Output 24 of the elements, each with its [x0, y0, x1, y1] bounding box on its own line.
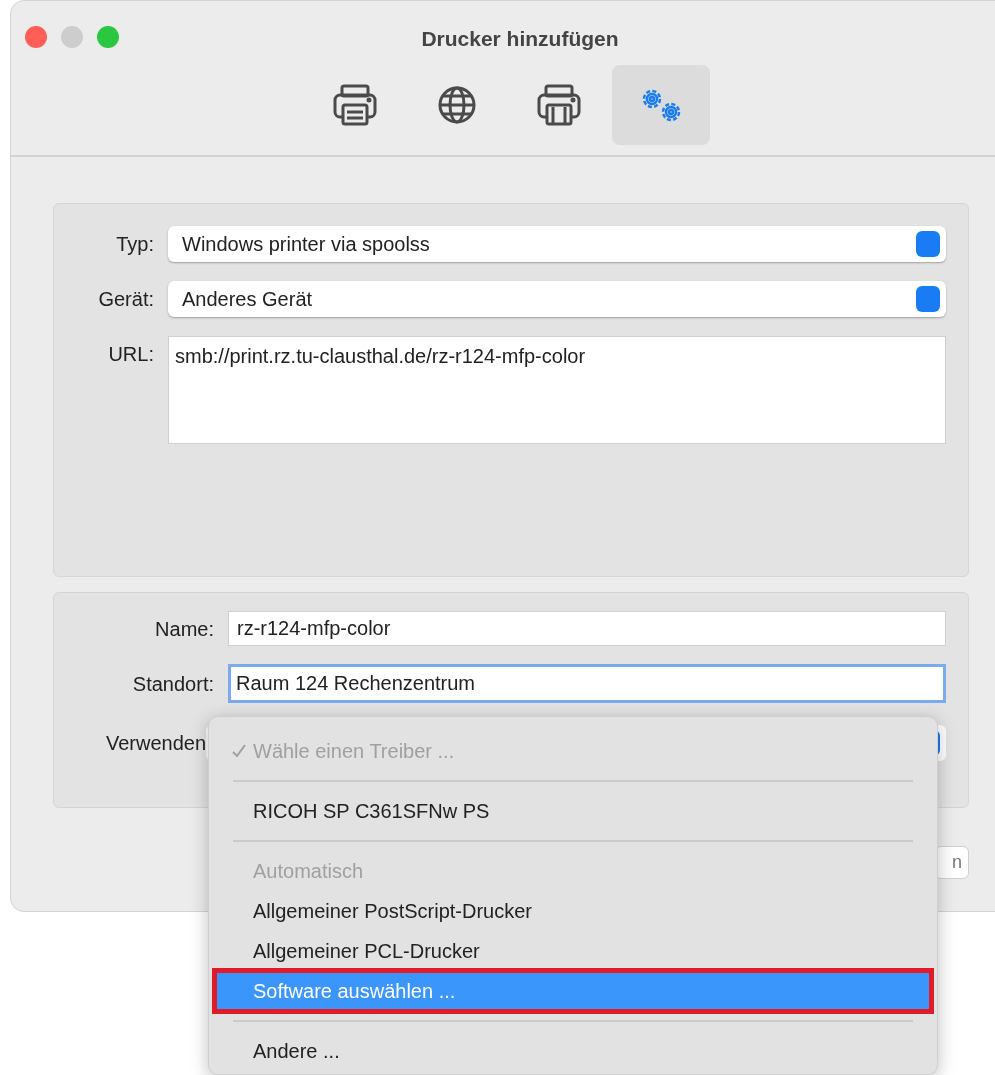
stepper-icon — [916, 231, 940, 257]
printer-icon — [536, 82, 582, 127]
url-field[interactable]: smb://print.rz.tu-clausthal.de/rz-r124-mfp-color — [168, 336, 946, 444]
close-button[interactable] — [25, 26, 47, 48]
menu-item[interactable]: RICOH SP C361SFNw PS — [215, 791, 931, 831]
field-label: Typ: — [115, 232, 155, 257]
stepper-icon — [916, 286, 940, 312]
zoom-button[interactable] — [97, 26, 119, 48]
toolbar-tab[interactable] — [612, 64, 710, 145]
location-field[interactable]: Raum 124 Rechenzentrum — [228, 664, 946, 703]
window-title: Drucker hinzufügen — [421, 27, 619, 50]
field-label: Standort: — [131, 672, 215, 697]
field-label: Name: — [154, 617, 215, 642]
menu-item[interactable]: Andere ... — [215, 1031, 931, 1071]
field-label: URL: — [107, 342, 155, 367]
device-popup[interactable]: Anderes Gerät — [168, 281, 946, 317]
printer-icon — [332, 82, 378, 127]
menu-item[interactable]: Allgemeiner PostScript-Drucker — [215, 891, 931, 931]
name-field[interactable]: rz-r124-mfp-color — [228, 611, 946, 646]
type-popup[interactable]: Windows printer via spoolss — [168, 226, 946, 262]
field-label: Gerät: — [97, 287, 155, 312]
menu-section-header: Automatisch — [252, 859, 365, 884]
field-label: Verwenden — [104, 731, 206, 756]
menu-item[interactable]: Allgemeiner PCL-Drucker — [215, 931, 931, 971]
